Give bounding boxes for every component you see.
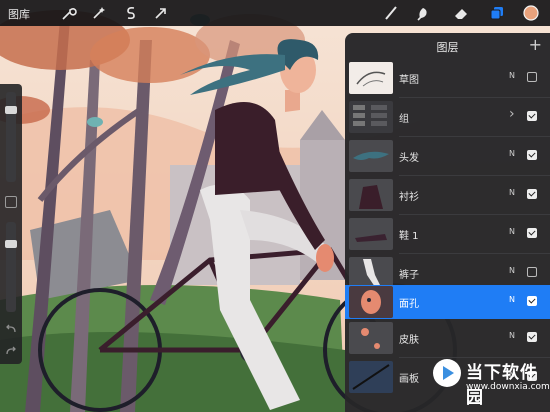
top-toolbar: 图库	[0, 0, 550, 26]
visibility-checkbox[interactable]	[527, 267, 537, 277]
layer-thumbnail	[349, 361, 393, 393]
undo-icon[interactable]	[5, 324, 17, 334]
layer-thumbnail	[349, 140, 393, 172]
layer-name: 鞋 1	[399, 231, 419, 242]
watermark-url: www.downxia.com	[466, 382, 550, 392]
brush-size-slider[interactable]	[5, 92, 17, 182]
selection-s-icon[interactable]	[122, 4, 140, 22]
watermark: 当下软件园 www.downxia.com	[410, 352, 550, 412]
gallery-button[interactable]: 图库	[8, 6, 30, 22]
layer-thumbnail	[349, 286, 393, 318]
layer-name: 衬衫	[399, 192, 419, 203]
brush-icon[interactable]	[382, 4, 400, 22]
blend-mode[interactable]: N	[509, 71, 515, 80]
blend-mode[interactable]: N	[509, 227, 515, 236]
layer-row[interactable]: 鞋 1 N	[345, 215, 550, 253]
opacity-thumb[interactable]	[5, 240, 17, 248]
eraser-icon[interactable]	[452, 4, 470, 22]
visibility-checkbox[interactable]	[527, 111, 537, 121]
layer-name: 组	[399, 114, 409, 125]
visibility-checkbox[interactable]	[527, 72, 537, 82]
chevron-right-icon[interactable]: ›	[509, 106, 515, 122]
blend-mode[interactable]: N	[509, 149, 515, 158]
layer-thumbnail	[349, 179, 393, 211]
transform-arrow-icon[interactable]	[152, 4, 170, 22]
left-sidebar	[0, 84, 22, 364]
watermark-logo-icon	[433, 359, 461, 387]
smudge-icon[interactable]	[414, 4, 432, 22]
layer-row[interactable]: 头发 N	[345, 137, 550, 175]
layer-name: 面孔	[399, 299, 419, 310]
visibility-checkbox[interactable]	[527, 150, 537, 160]
layers-panel-header: 图层 +	[345, 33, 550, 59]
add-layer-icon[interactable]: +	[529, 35, 542, 54]
visibility-checkbox[interactable]	[527, 228, 537, 238]
group-thumbnail	[349, 101, 393, 133]
magic-wand-icon[interactable]	[90, 4, 108, 22]
layer-row-selected[interactable]: 面孔 N	[345, 285, 550, 319]
blend-mode[interactable]: N	[509, 295, 515, 304]
color-circle-icon[interactable]	[522, 4, 540, 22]
visibility-checkbox[interactable]	[527, 332, 537, 342]
blend-mode[interactable]: N	[509, 331, 515, 340]
blend-mode[interactable]: N	[509, 266, 515, 275]
layer-name: 皮肤	[399, 335, 419, 346]
visibility-checkbox[interactable]	[527, 189, 537, 199]
wrench-icon[interactable]	[60, 4, 78, 22]
layer-name: 草图	[399, 75, 419, 86]
layers-panel-title: 图层	[436, 41, 459, 54]
brush-size-thumb[interactable]	[5, 106, 17, 114]
blend-mode[interactable]: N	[509, 188, 515, 197]
opacity-slider[interactable]	[5, 222, 17, 312]
redo-icon[interactable]	[5, 346, 17, 356]
layers-icon[interactable]	[488, 4, 506, 22]
layer-thumbnail	[349, 218, 393, 250]
layer-group-row[interactable]: 组 ›	[345, 98, 550, 136]
layer-name: 裤子	[399, 270, 419, 281]
layer-row[interactable]: 衬衫 N	[345, 176, 550, 214]
visibility-checkbox[interactable]	[527, 296, 537, 306]
layer-thumbnail	[349, 322, 393, 354]
layer-thumbnail	[349, 62, 393, 94]
modify-button[interactable]	[5, 196, 17, 208]
layer-row[interactable]: 草图 N	[345, 59, 550, 97]
layer-name: 头发	[399, 153, 419, 164]
